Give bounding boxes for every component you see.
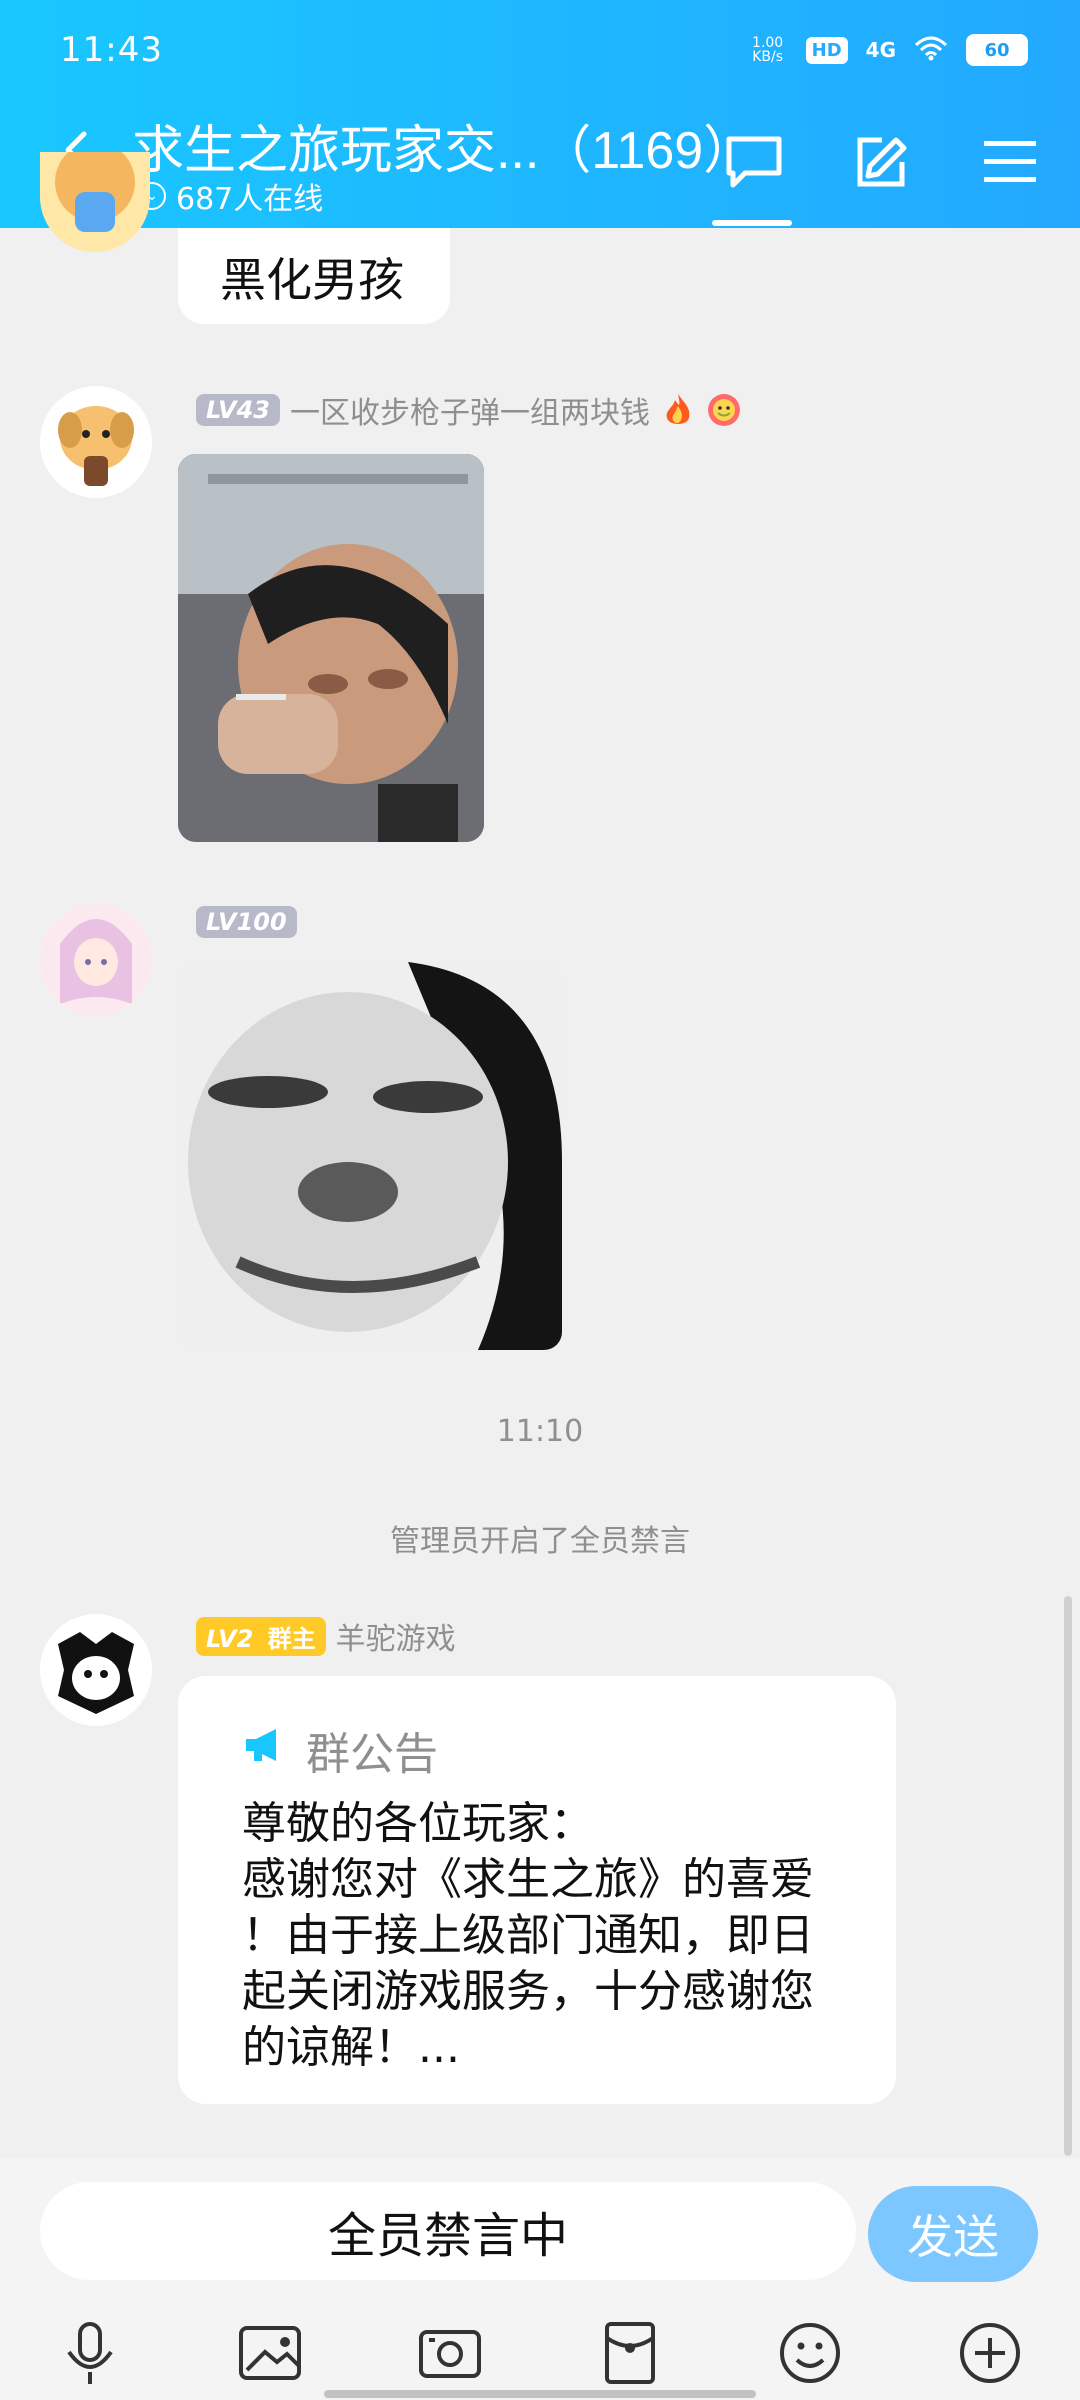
message-bubble[interactable]: 黑化男孩 (178, 228, 450, 324)
menu-icon[interactable] (968, 120, 1052, 204)
red-packet-icon[interactable] (595, 2318, 665, 2388)
message-text: 黑化男孩 (220, 253, 404, 307)
hd-badge: HD (805, 36, 848, 64)
scrollbar[interactable] (1064, 1596, 1072, 2156)
microphone-icon[interactable] (55, 2318, 125, 2388)
photo-message[interactable] (178, 454, 484, 842)
online-count[interactable]: ⌄ 687人在线 (138, 174, 323, 218)
system-notice: 管理员开启了全员禁言 (390, 1524, 690, 1559)
image-icon[interactable] (235, 2318, 305, 2388)
add-icon[interactable] (955, 2318, 1025, 2388)
fire-icon (660, 392, 696, 428)
level-badge: LV100 (196, 906, 297, 938)
edit-icon[interactable] (840, 120, 924, 204)
battery-icon: 60 (966, 34, 1028, 66)
message-input[interactable]: 全员禁言中 (40, 2182, 856, 2280)
net-speed: 1.00 KB/s (752, 35, 784, 65)
sender-meta: LV100 (196, 906, 297, 938)
online-text: 687人在线 (176, 182, 324, 217)
chat-tab-indicator (712, 220, 792, 226)
sender-name[interactable]: 羊驼游戏 (336, 1614, 456, 1658)
app-header: 11:43 1.00 KB/s HD 4G 60 求生之旅玩家交...（1169… (0, 0, 1080, 228)
smile-icon (706, 392, 742, 428)
wifi-icon (914, 35, 948, 66)
header-actions (712, 120, 1052, 204)
home-indicator[interactable] (324, 2390, 756, 2398)
chat-timestamp: 11:10 (496, 1414, 584, 1449)
announcement-body: 尊敬的各位玩家： 感谢您对《求生之旅》的喜爱 ！由于接上级部门通知，即日 起关闭… (242, 1798, 814, 2073)
avatar[interactable] (40, 152, 150, 252)
input-tools (0, 2308, 1080, 2398)
sticker-message[interactable] (178, 962, 562, 1350)
avatar[interactable] (40, 904, 152, 1016)
avatar[interactable] (40, 1614, 152, 1726)
level-badge: LV2 群主 (196, 1616, 326, 1656)
send-button[interactable]: 发送 (868, 2186, 1038, 2282)
level-badge: LV43 (196, 394, 280, 426)
group-title[interactable]: 求生之旅玩家交...（1169） (132, 108, 755, 183)
status-time: 11:43 (60, 30, 163, 70)
signal-icon: 4G (865, 38, 896, 62)
emoji-icon[interactable] (775, 2318, 845, 2388)
status-bar: 11:43 1.00 KB/s HD 4G 60 (0, 0, 1080, 95)
sender-meta: LV43 一区收步枪子弹一组两块钱 (196, 388, 742, 432)
megaphone-icon (242, 1725, 288, 1776)
input-bar: 全员禁言中 发送 (0, 2158, 1080, 2400)
avatar[interactable] (40, 386, 152, 498)
group-announcement-card[interactable]: 群公告 尊敬的各位玩家： 感谢您对《求生之旅》的喜爱 ！由于接上级部门通知，即日… (178, 1676, 896, 2104)
camera-icon[interactable] (415, 2318, 485, 2388)
sender-name[interactable]: 一区收步枪子弹一组两块钱 (290, 388, 650, 432)
chat-icon[interactable] (712, 120, 796, 204)
system-icons: 1.00 KB/s HD 4G 60 (748, 34, 1028, 66)
title-row: 求生之旅玩家交...（1169） ⌄ 687人在线 (0, 102, 1080, 226)
announcement-title: 群公告 (242, 1718, 438, 1782)
sender-meta: LV2 群主 羊驼游戏 (196, 1614, 456, 1658)
